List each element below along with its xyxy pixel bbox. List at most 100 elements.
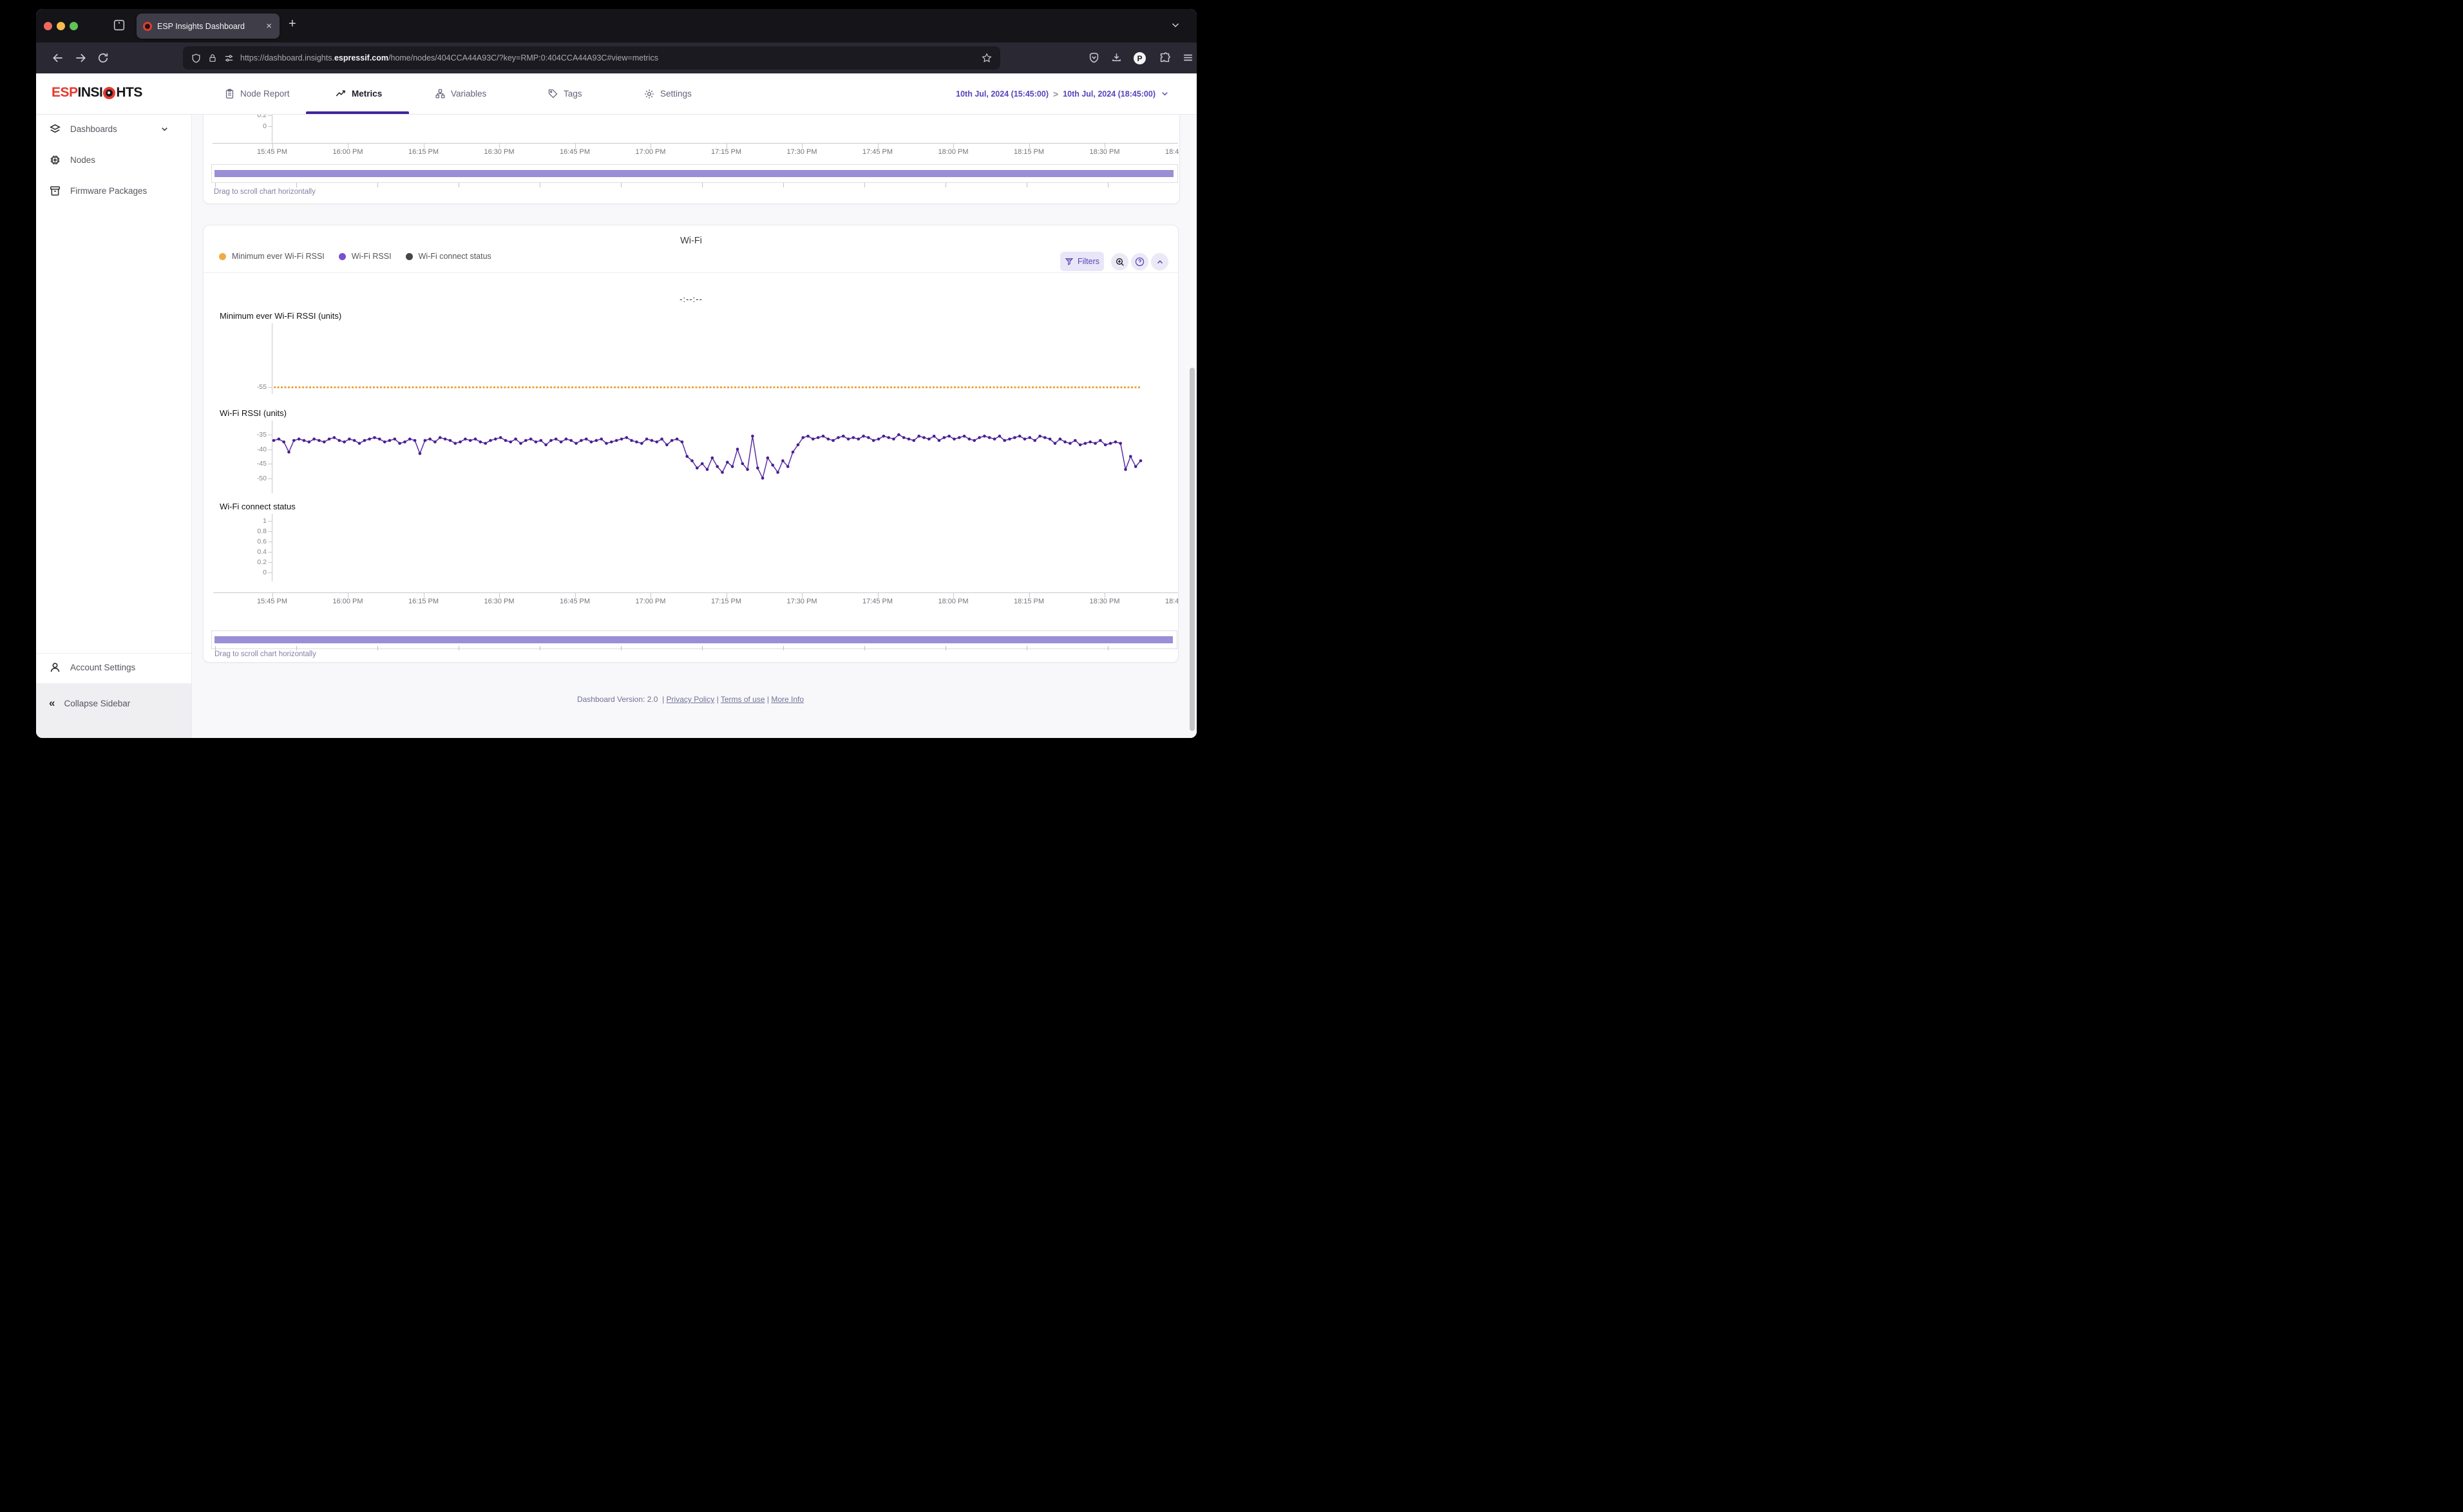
x-axis-tick (802, 143, 803, 148)
sitemap-icon (435, 88, 446, 99)
y-axis-tick (268, 115, 272, 116)
partial-chart-card: 0.40.20 15:45 PM16:00 PM16:15 PM16:30 PM… (203, 115, 1180, 204)
browser-tab[interactable]: ESP Insights Dashboard × (137, 14, 280, 39)
tab-title: ESP Insights Dashboard (157, 21, 245, 31)
person-icon (49, 661, 61, 674)
esp-insights-logo[interactable]: ESP INSI HTS (52, 85, 142, 100)
scrollbar-tick (377, 646, 378, 650)
tab-tags[interactable]: Tags (547, 73, 582, 114)
extensions-puzzle-icon[interactable] (1159, 52, 1171, 64)
url-domain: espressif.com (334, 53, 389, 62)
more-info-link[interactable]: More Info (771, 695, 804, 704)
x-axis-label: 17:15 PM (710, 598, 742, 605)
date-range-start: 10th Jul, 2024 (15:45:00) (956, 89, 1049, 99)
active-tab-underline (306, 111, 409, 114)
date-range-picker[interactable]: 10th Jul, 2024 (15:45:00) > 10th Jul, 20… (956, 73, 1170, 114)
logo-hts-text: HTS (116, 85, 142, 100)
y-axis-label: 0 (263, 122, 267, 130)
window-zoom-button[interactable] (70, 22, 78, 30)
reload-button[interactable] (97, 52, 109, 64)
url-text[interactable]: https://dashboard.insights.espressif.com… (240, 53, 975, 62)
browser-scrollbar-thumb[interactable] (1190, 368, 1195, 731)
tab-metrics[interactable]: Metrics (335, 73, 382, 114)
x-axis-tick (272, 592, 273, 598)
back-button[interactable] (52, 52, 64, 64)
x-axis-label: 16:30 PM (484, 598, 515, 605)
chart-scrollbar-thumb[interactable] (214, 170, 1174, 177)
x-axis-label: 18:45 PM (1165, 598, 1179, 605)
x-axis-label: 16:15 PM (408, 598, 439, 605)
scrollbar-tick (864, 646, 865, 650)
new-tab-button[interactable]: + (289, 17, 296, 32)
list-all-tabs-chevron-icon[interactable] (1170, 19, 1181, 31)
x-axis-tick (499, 592, 500, 598)
x-axis-tick (1029, 592, 1030, 598)
tracking-protection-shield-icon[interactable] (191, 53, 202, 64)
y-axis-tick (268, 521, 272, 522)
archive-icon (49, 185, 61, 197)
tab-tags-label: Tags (564, 89, 582, 99)
x-axis-label: 16:45 PM (559, 148, 591, 156)
sidebar-item-dashboards[interactable]: Dashboards (36, 115, 191, 143)
section-label-connect: Wi-Fi connect status (220, 502, 296, 511)
downloads-icon[interactable] (1110, 52, 1123, 64)
x-axis-label: 16:15 PM (408, 148, 439, 156)
chevron-down-icon (160, 124, 169, 134)
permissions-sliders-icon[interactable] (223, 53, 234, 64)
scrollbar-tick (783, 646, 784, 650)
logo-eye-icon (103, 86, 116, 99)
x-axis-label: 18:30 PM (1089, 148, 1120, 156)
chart-scrollbar-thumb[interactable] (214, 636, 1173, 643)
tab-variables-label: Variables (451, 89, 487, 99)
tab-settings[interactable]: Settings (643, 73, 692, 114)
x-axis (213, 143, 1178, 144)
sidebar-toggle-icon[interactable] (112, 18, 126, 32)
layers-icon (49, 123, 61, 135)
collapse-sidebar-button[interactable]: « Collapse Sidebar (36, 683, 191, 738)
page-footer: Dashboard Version: 2.0 | Privacy Policy … (577, 695, 804, 704)
sidebar-item-dashboards-label: Dashboards (70, 124, 117, 134)
x-axis-tick (877, 143, 879, 148)
tab-settings-label: Settings (660, 89, 692, 99)
y-axis-label: 0.8 (257, 527, 267, 535)
drag-hint-text: Drag to scroll chart horizontally (214, 188, 316, 196)
x-axis-tick (575, 143, 576, 148)
url-bar[interactable]: https://dashboard.insights.espressif.com… (183, 46, 1000, 70)
pocket-icon[interactable] (1088, 52, 1100, 64)
scrollbar-tick (296, 183, 297, 187)
x-axis-label: 16:30 PM (484, 148, 515, 156)
menu-hamburger-icon[interactable] (1182, 52, 1194, 64)
terms-of-use-link[interactable]: Terms of use (721, 695, 765, 704)
window-close-button[interactable] (44, 22, 52, 30)
y-axis-label: 0.2 (257, 115, 267, 119)
browser-toolbar: https://dashboard.insights.espressif.com… (36, 43, 1197, 73)
chip-icon (49, 154, 61, 166)
scrollbar-tick (702, 646, 703, 650)
connection-lock-icon[interactable] (207, 53, 218, 63)
y-axis-tick (268, 531, 272, 532)
y-axis-label: 1 (263, 517, 267, 525)
browser-tab-strip: ESP Insights Dashboard × + (36, 9, 1197, 43)
tab-variables[interactable]: Variables (435, 73, 486, 114)
forward-button[interactable] (74, 52, 87, 64)
scrollbar-tick (783, 183, 784, 187)
app-header: ESP INSI HTS Node Report Metrics Variabl… (36, 73, 1197, 115)
x-axis-label: 16:00 PM (332, 598, 363, 605)
x-axis-label: 18:00 PM (938, 598, 969, 605)
y-axis-tick (268, 126, 272, 127)
bookmark-star-icon[interactable] (981, 52, 993, 64)
sidebar-item-nodes[interactable]: Nodes (36, 146, 191, 174)
privacy-policy-link[interactable]: Privacy Policy (667, 695, 715, 704)
sidebar-item-firmware-packages[interactable]: Firmware Packages (36, 176, 191, 205)
tab-node-report[interactable]: Node Report (224, 73, 290, 114)
double-chevron-left-icon: « (49, 697, 55, 709)
x-axis-label: 16:45 PM (559, 598, 591, 605)
x-axis-label: 18:15 PM (1013, 148, 1045, 156)
footer-separator: | (662, 695, 665, 704)
tab-close-icon[interactable]: × (265, 21, 273, 32)
x-axis-label: 15:45 PM (256, 148, 288, 156)
extension-p-badge-icon[interactable]: P (1134, 52, 1146, 64)
window-minimize-button[interactable] (57, 22, 65, 30)
x-axis-label: 18:45 PM (1165, 148, 1179, 156)
sidebar-item-account-settings[interactable]: Account Settings (36, 653, 191, 681)
